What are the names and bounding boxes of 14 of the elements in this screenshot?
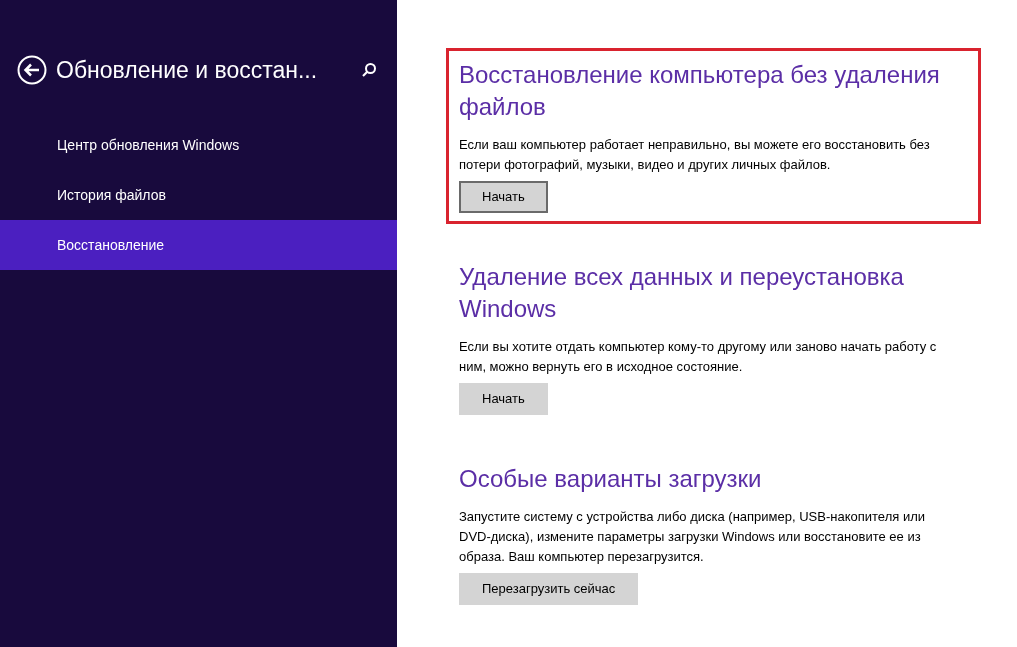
section-description: Запустите систему с устройства либо диска (например, USB-накопителя или DVD-диска), измените параметры загрузки Windows или восстановите ее из образа. Ваш компьютер перезагрузится. [459,508,926,566]
section-heading: Восстановление компьютера без удаления файлов [459,60,941,122]
page-title: Обновление и восстан... [56,55,318,85]
section-description: Если вы хотите отдать компьютер кому-то другому или заново начать работу с ним, можно вернуть его в исходное состояние. [459,338,938,376]
search-icon[interactable] [361,62,377,78]
section-description: Если ваш компьютер работает неправильно, вы можете его восстановить без потери фотографий, музыки, видео и других личных файлов. [459,136,931,174]
start-button[interactable]: Перезагрузить сейчас [459,573,639,605]
nav-item[interactable]: История файлов [0,170,397,220]
start-button[interactable]: Начать [459,181,548,213]
section-heading: Особые варианты загрузки [459,464,763,494]
nav-item[interactable]: Центр обновления Windows [0,120,397,170]
nav-item[interactable]: Восстановление [0,220,397,270]
section-heading: Удаление всех данных и переустановка Windows [459,262,905,324]
start-button[interactable]: Начать [459,383,548,415]
